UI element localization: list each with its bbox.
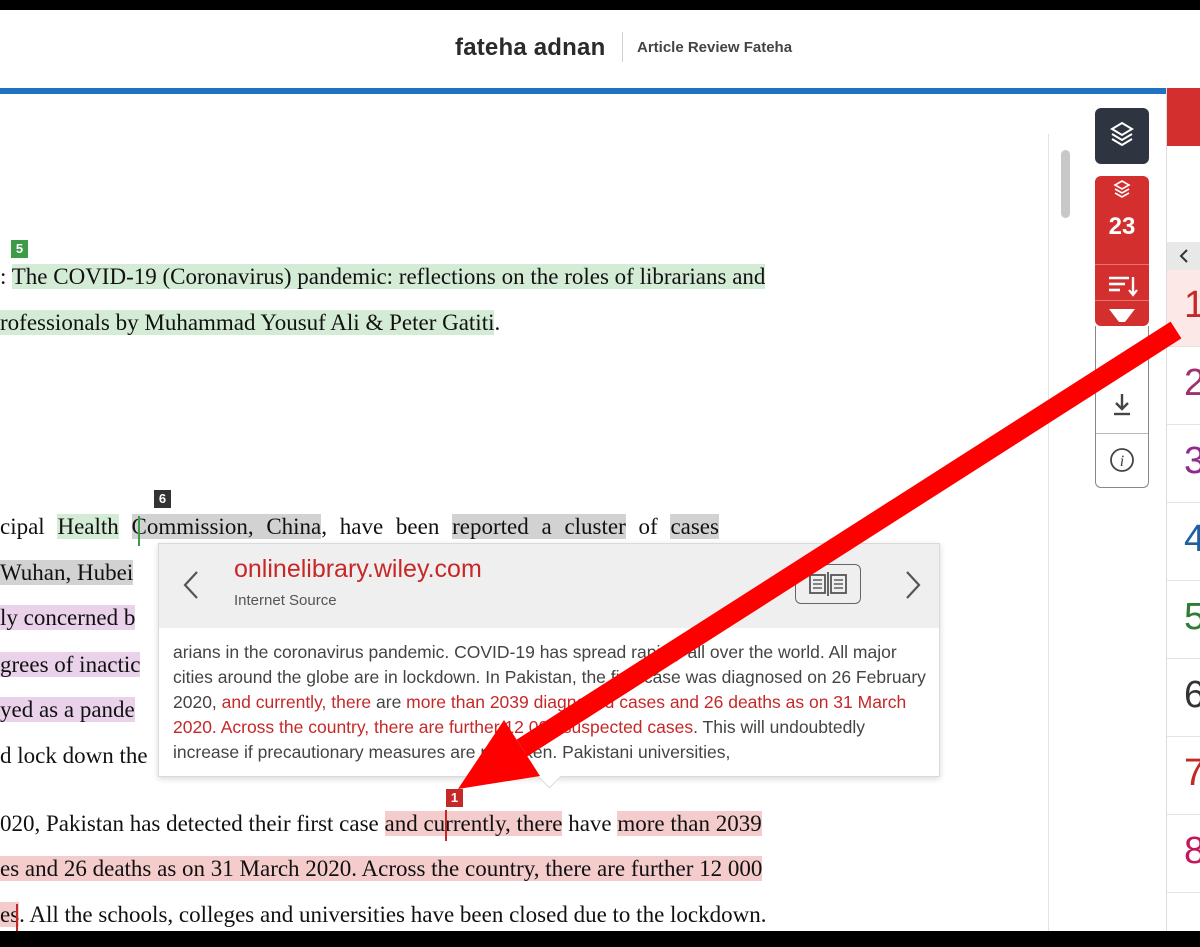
chevron-right-icon — [906, 571, 921, 599]
chevron-left-icon — [183, 571, 198, 599]
side-by-side-icon — [809, 572, 847, 596]
match-number: 4 — [1184, 518, 1200, 560]
match-highlight-1[interactable]: and currently, there — [384, 811, 563, 836]
panel-back-button[interactable] — [1167, 242, 1200, 270]
match-highlight[interactable]: grees of inactic — [0, 652, 141, 677]
info-icon[interactable]: i — [1096, 444, 1148, 476]
app-window: fateha adnan Article Review Fateha 5 : T… — [0, 10, 1200, 931]
toolbar-divider — [1096, 433, 1148, 434]
compare-sources-button[interactable] — [795, 564, 861, 604]
layers-icon — [1113, 180, 1131, 198]
match-tag-6[interactable]: 6 — [154, 490, 171, 508]
match-highlight[interactable]: yed as a pande — [0, 697, 135, 722]
match-tag-5[interactable]: 5 — [11, 240, 28, 258]
source-excerpt: arians in the coronavirus pandemic. COVI… — [173, 642, 926, 762]
match-marker — [445, 810, 447, 841]
doc-line: d lock down the — [0, 743, 148, 768]
layers-button[interactable] — [1095, 108, 1149, 164]
match-highlight-5[interactable]: The COVID-19 (Coronavirus) pandemic: ref… — [11, 264, 766, 289]
doc-line: Wuhan, Hubei — [0, 560, 134, 586]
header-divider — [622, 32, 623, 62]
source-popup: onlinelibrary.wiley.com Internet Source — [158, 543, 940, 789]
chevron-left-icon — [1179, 249, 1188, 263]
match-list-panel: 1 2 3 4 5 6 7 8 — [1166, 88, 1200, 931]
doc-line: es. All the schools, colleges and univer… — [0, 902, 767, 927]
match-marker — [138, 516, 140, 546]
source-link[interactable]: onlinelibrary.wiley.com — [234, 555, 482, 584]
match-list-item[interactable]: 6 — [1167, 660, 1200, 737]
match-list-item[interactable]: 8 — [1167, 816, 1200, 893]
match-list-item[interactable]: 2 — [1167, 348, 1200, 425]
doc-line: yed as a pande — [0, 697, 135, 723]
match-highlight-1[interactable]: more than 2039 — [617, 811, 762, 836]
match-marker — [16, 904, 18, 931]
match-number: 8 — [1184, 830, 1200, 872]
match-list-item[interactable]: 5 — [1167, 582, 1200, 659]
match-list-item[interactable]: 3 — [1167, 426, 1200, 503]
match-highlight-5[interactable]: Health — [57, 514, 119, 539]
utility-toolbar: i — [1095, 326, 1149, 488]
author-name: fateha adnan — [455, 34, 606, 61]
source-type: Internet Source — [234, 592, 337, 609]
doc-line: cipal Health Commission, China, have bee… — [0, 514, 719, 539]
doc-line: grees of inactic — [0, 652, 141, 678]
match-overview-panel[interactable]: 23 — [1095, 176, 1149, 326]
svg-text:i: i — [1120, 453, 1124, 470]
match-number: 1 — [1184, 284, 1200, 326]
match-number: 7 — [1184, 752, 1200, 794]
match-list-item[interactable]: 4 — [1167, 504, 1200, 581]
match-highlight-6[interactable]: Commission, China — [131, 514, 322, 539]
panel-header-bar — [1167, 88, 1200, 146]
doc-line: : The COVID-19 (Coronavirus) pandemic: r… — [0, 264, 766, 289]
popup-header: onlinelibrary.wiley.com Internet Source — [159, 544, 939, 628]
filter-icon[interactable] — [1095, 306, 1149, 326]
match-list-item[interactable]: 1 — [1167, 270, 1200, 347]
match-highlight-5[interactable]: rofessionals by Muhammad Yousuf Ali & Pe… — [0, 310, 495, 335]
toolbar-divider — [1095, 300, 1149, 301]
match-highlight-6[interactable]: cases — [670, 514, 719, 539]
app-header: fateha adnan Article Review Fateha — [0, 10, 1200, 88]
match-highlight[interactable]: ly concerned b — [0, 605, 136, 630]
matched-text: and currently, there — [221, 692, 372, 712]
match-tag-1[interactable]: 1 — [446, 789, 463, 807]
doc-line: rofessionals by Muhammad Yousuf Ali & Pe… — [0, 310, 501, 335]
document-scrollbar[interactable] — [1048, 134, 1077, 931]
previous-source-button[interactable] — [179, 566, 203, 604]
match-number: 5 — [1184, 596, 1200, 638]
document-viewer: 5 : The COVID-19 (Coronavirus) pandemic:… — [0, 94, 1048, 931]
doc-line: 020, Pakistan has detected their first c… — [0, 811, 762, 836]
match-highlight-6[interactable]: Wuhan, Hubei — [0, 560, 134, 585]
doc-line: es and 26 deaths as on 31 March 2020. Ac… — [0, 856, 763, 882]
scrollbar-thumb[interactable] — [1061, 150, 1070, 218]
match-list-item[interactable]: 7 — [1167, 738, 1200, 815]
match-highlight-1[interactable]: es and 26 deaths as on 31 March 2020. Ac… — [0, 856, 763, 881]
layers-icon — [1110, 121, 1134, 147]
match-number: 3 — [1184, 440, 1200, 482]
toolbar-divider — [1095, 264, 1149, 265]
download-icon[interactable] — [1096, 382, 1148, 426]
match-count: 23 — [1108, 213, 1136, 240]
match-highlight-6[interactable]: reported a cluster — [452, 514, 626, 539]
doc-line: ly concerned b — [0, 605, 136, 631]
match-number: 6 — [1184, 674, 1200, 716]
sort-icon[interactable] — [1095, 272, 1149, 300]
match-number: 2 — [1184, 362, 1200, 404]
document-title: Article Review Fateha — [637, 39, 793, 56]
next-source-button[interactable] — [901, 566, 925, 604]
